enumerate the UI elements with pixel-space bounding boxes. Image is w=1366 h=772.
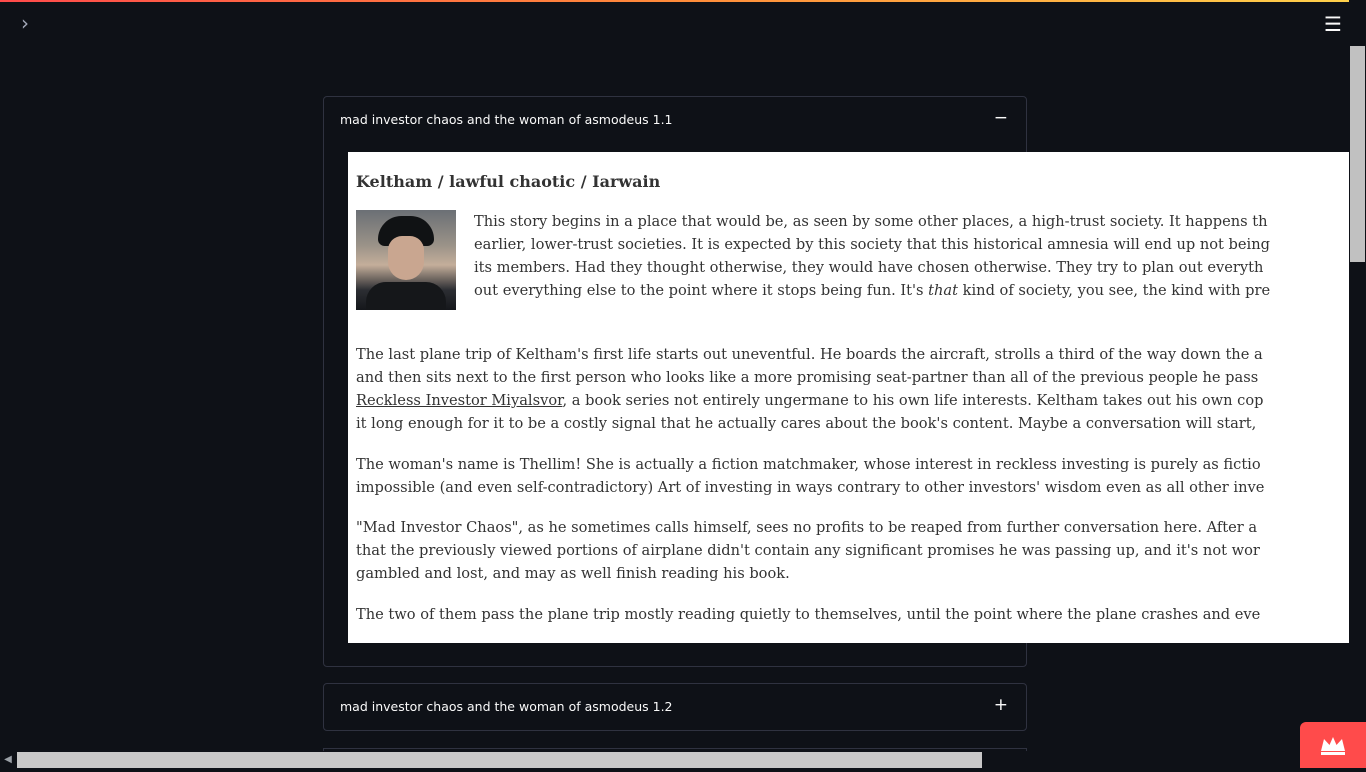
collapse-icon[interactable]: − bbox=[994, 108, 1008, 128]
para1-line-2: and then sits next to the first person w… bbox=[356, 369, 1259, 386]
sidebar-toggle-button[interactable]: › bbox=[14, 12, 36, 34]
para3-line-2: that the previously viewed portions of a… bbox=[356, 542, 1260, 559]
para3-line-1: "Mad Investor Chaos", as he sometimes ca… bbox=[356, 519, 1258, 536]
vertical-scrollbar-thumb[interactable] bbox=[1350, 46, 1365, 262]
para1-line-4: it long enough for it to be a costly sig… bbox=[356, 415, 1257, 432]
top-decoration-bar bbox=[0, 0, 1366, 2]
expander-1-label: mad investor chaos and the woman of asmo… bbox=[340, 112, 673, 127]
expander-1-header[interactable]: mad investor chaos and the woman of asmo… bbox=[324, 97, 1026, 143]
para2-line-2: impossible (and even self-contradictory)… bbox=[356, 479, 1265, 496]
para1-line-1: The last plane trip of Keltham's first l… bbox=[356, 346, 1263, 363]
horizontal-scrollbar-thumb[interactable] bbox=[17, 752, 982, 768]
post-card: Keltham / lawful chaotic / Iarwain This … bbox=[348, 152, 1349, 643]
expander-2-label: mad investor chaos and the woman of asmo… bbox=[340, 699, 673, 714]
para4-line-1: The two of them pass the plane trip most… bbox=[356, 606, 1261, 623]
emphasis-text: that bbox=[928, 282, 959, 299]
intro-line-1: This story begins in a place that would … bbox=[474, 213, 1268, 230]
intro-line-3: its members. Had they thought otherwise,… bbox=[474, 259, 1264, 276]
hosted-badge[interactable] bbox=[1300, 722, 1366, 768]
scroll-left-arrow-icon[interactable]: ◀ bbox=[2, 753, 14, 767]
book-title-link[interactable]: Reckless Investor Miyalsvor bbox=[356, 392, 562, 409]
expander-2: mad investor chaos and the woman of asmo… bbox=[323, 683, 1027, 731]
expander-2-header[interactable]: mad investor chaos and the woman of asmo… bbox=[324, 684, 1026, 730]
intro-line-2: earlier, lower-trust societies. It is ex… bbox=[474, 236, 1270, 253]
main-menu-button[interactable]: ☰ bbox=[1322, 13, 1344, 35]
expand-icon[interactable]: + bbox=[994, 695, 1008, 715]
para2-line-1: The woman's name is Thellim! She is actu… bbox=[356, 456, 1261, 473]
character-avatar bbox=[356, 210, 456, 310]
crown-icon bbox=[1321, 737, 1345, 755]
intro-line-4: out everything else to the point where i… bbox=[474, 282, 1271, 299]
post-title: Keltham / lawful chaotic / Iarwain bbox=[356, 172, 661, 191]
hamburger-menu-icon: ☰ bbox=[1324, 12, 1342, 36]
para1-line-3: Reckless Investor Miyalsvor, a book seri… bbox=[356, 392, 1264, 409]
para3-line-3: gambled and lost, and may as well finish… bbox=[356, 565, 790, 582]
chevron-right-icon: › bbox=[21, 11, 29, 35]
